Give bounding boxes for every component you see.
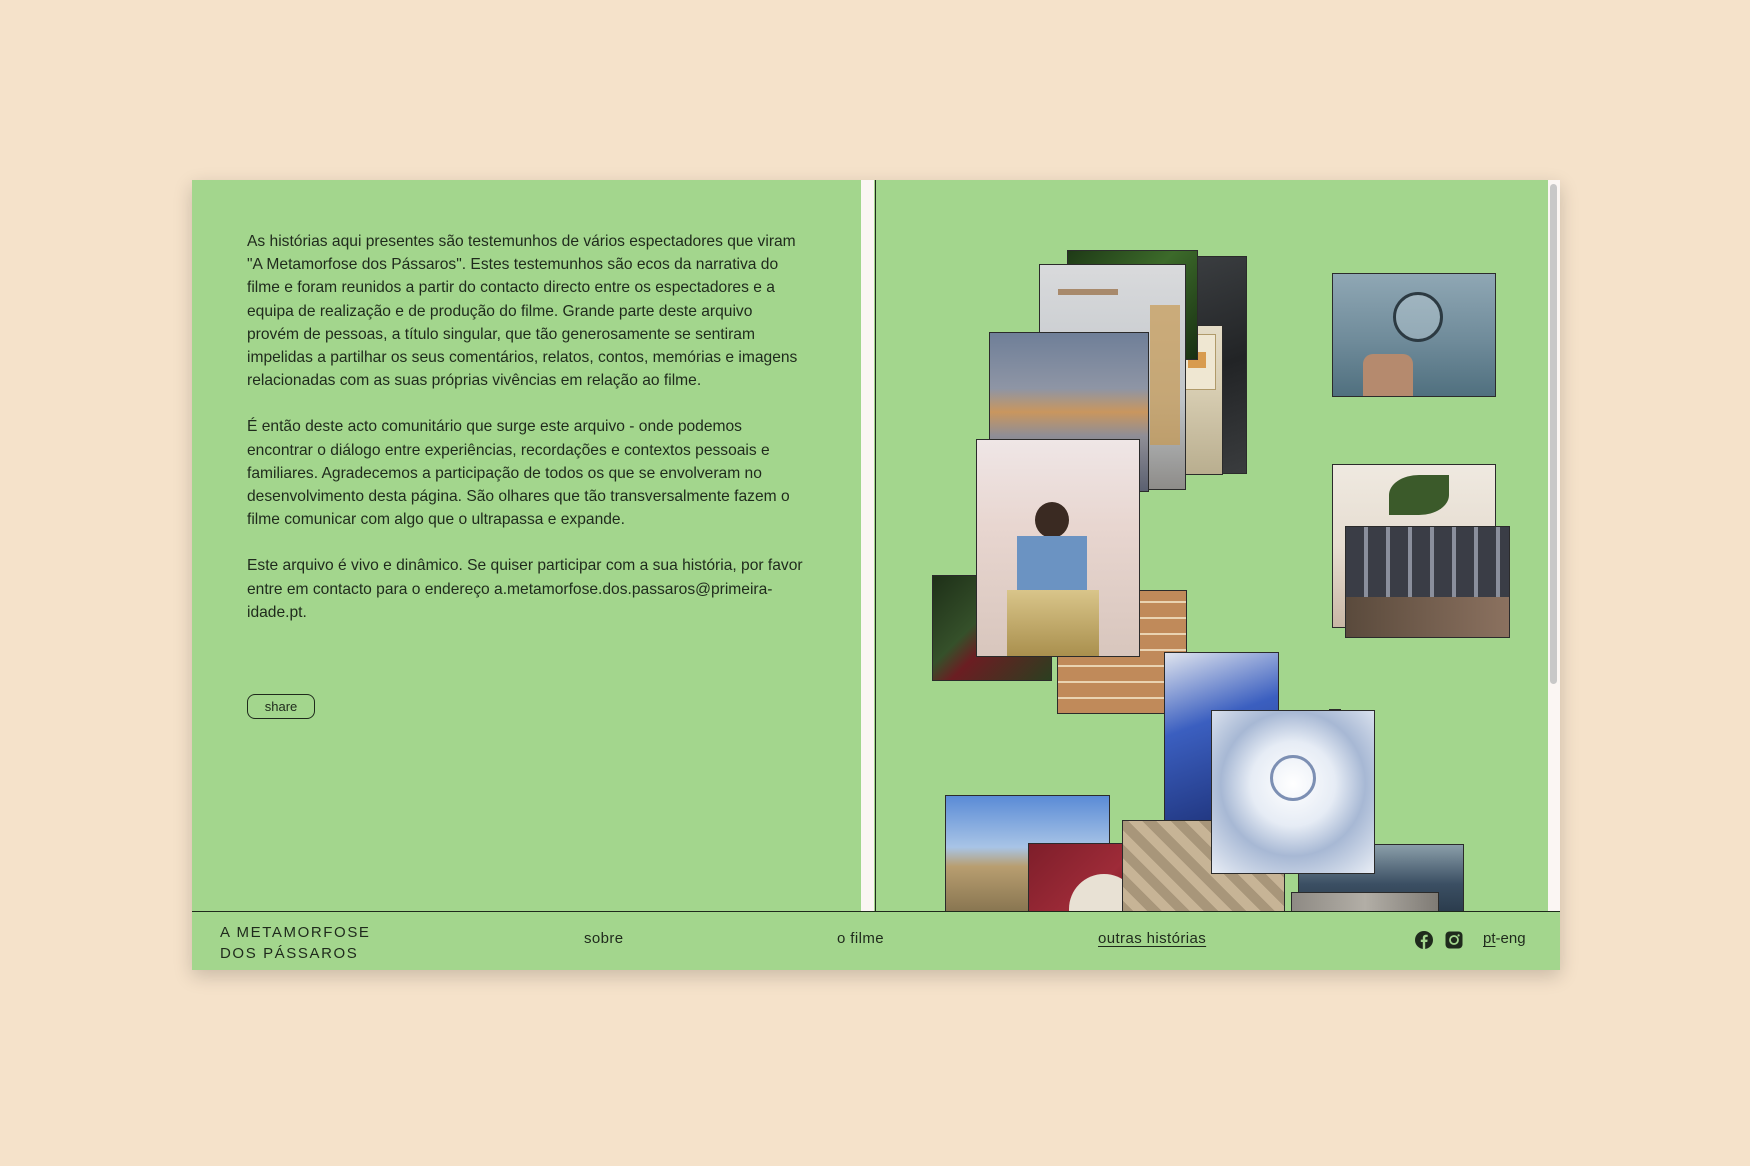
story-photo-child-costume[interactable] bbox=[976, 439, 1140, 657]
logo-line-2: DOS PÁSSAROS bbox=[220, 945, 359, 962]
logo-line-1: A METAMORFOSE bbox=[220, 924, 371, 941]
nav-outras-historias[interactable]: outras histórias bbox=[1098, 930, 1206, 947]
intro-panel: As histórias aqui presentes são testemun… bbox=[192, 180, 860, 911]
nav-sobre[interactable]: sobre bbox=[584, 930, 624, 947]
nav-o-filme[interactable]: o filme bbox=[837, 930, 884, 947]
story-photo-wood-plank[interactable] bbox=[1291, 892, 1439, 911]
story-photo-picture-frames[interactable] bbox=[1345, 526, 1510, 638]
language-switch[interactable]: pt-eng bbox=[1483, 930, 1526, 947]
intro-paragraph-2: É então deste acto comunitário que surge… bbox=[247, 418, 790, 529]
footer-bar: A METAMORFOSE DOS PÁSSAROS sobre o filme… bbox=[192, 911, 1560, 970]
instagram-icon[interactable] bbox=[1445, 931, 1463, 949]
intro-text: As histórias aqui presentes são testemun… bbox=[247, 230, 803, 647]
facebook-icon[interactable] bbox=[1415, 931, 1433, 949]
story-photo-drawing-bird[interactable] bbox=[1211, 710, 1375, 874]
story-photo-magnifier-sea[interactable] bbox=[1332, 273, 1496, 397]
site-logo[interactable]: A METAMORFOSE DOS PÁSSAROS bbox=[220, 922, 371, 964]
browser-window: As histórias aqui presentes são testemun… bbox=[192, 180, 1560, 970]
intro-paragraph-1: As histórias aqui presentes são testemun… bbox=[247, 233, 798, 390]
story-photo-red-box[interactable] bbox=[1028, 843, 1128, 911]
story-collage bbox=[876, 180, 1548, 911]
share-button[interactable]: share bbox=[247, 694, 315, 719]
lang-pt[interactable]: pt bbox=[1483, 930, 1496, 947]
right-scrollbar-thumb[interactable] bbox=[1550, 184, 1557, 684]
lang-eng[interactable]: eng bbox=[1501, 930, 1526, 947]
intro-paragraph-3: Este arquivo é vivo e dinâmico. Se quise… bbox=[247, 557, 803, 621]
left-scrollbar[interactable] bbox=[861, 180, 874, 911]
